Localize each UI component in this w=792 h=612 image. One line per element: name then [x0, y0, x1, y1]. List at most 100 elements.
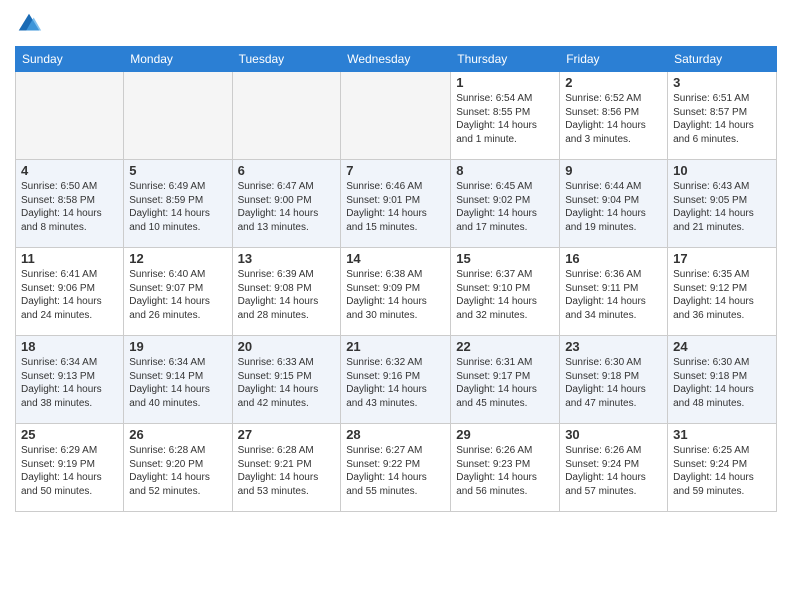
- table-row: 29 Sunrise: 6:26 AMSunset: 9:23 PMDayligh…: [451, 424, 560, 512]
- calendar-table: Sunday Monday Tuesday Wednesday Thursday…: [15, 46, 777, 512]
- table-row: 15 Sunrise: 6:37 AMSunset: 9:10 PMDayligh…: [451, 248, 560, 336]
- page: Sunday Monday Tuesday Wednesday Thursday…: [0, 0, 792, 612]
- day-info: Sunrise: 6:30 AMSunset: 9:18 PMDaylight:…: [673, 356, 771, 410]
- day-info: Sunrise: 6:26 AMSunset: 9:23 PMDaylight:…: [456, 444, 554, 498]
- table-row: [124, 72, 232, 160]
- table-row: [341, 72, 451, 160]
- table-row: 16 Sunrise: 6:36 AMSunset: 9:11 PMDayligh…: [560, 248, 668, 336]
- table-row: 21 Sunrise: 6:32 AMSunset: 9:16 PMDayligh…: [341, 336, 451, 424]
- table-row: 31 Sunrise: 6:25 AMSunset: 9:24 PMDayligh…: [668, 424, 777, 512]
- day-info: Sunrise: 6:38 AMSunset: 9:09 PMDaylight:…: [346, 268, 445, 322]
- table-row: 7 Sunrise: 6:46 AMSunset: 9:01 PMDaylight…: [341, 160, 451, 248]
- day-number: 1: [456, 75, 554, 90]
- day-number: 26: [129, 427, 226, 442]
- day-info: Sunrise: 6:25 AMSunset: 9:24 PMDaylight:…: [673, 444, 771, 498]
- calendar-week-row: 4 Sunrise: 6:50 AMSunset: 8:58 PMDaylight…: [16, 160, 777, 248]
- col-sunday: Sunday: [16, 47, 124, 72]
- col-saturday: Saturday: [668, 47, 777, 72]
- day-number: 16: [565, 251, 662, 266]
- day-info: Sunrise: 6:36 AMSunset: 9:11 PMDaylight:…: [565, 268, 662, 322]
- day-info: Sunrise: 6:51 AMSunset: 8:57 PMDaylight:…: [673, 92, 771, 146]
- day-number: 18: [21, 339, 118, 354]
- table-row: 11 Sunrise: 6:41 AMSunset: 9:06 PMDayligh…: [16, 248, 124, 336]
- day-number: 11: [21, 251, 118, 266]
- table-row: 9 Sunrise: 6:44 AMSunset: 9:04 PMDaylight…: [560, 160, 668, 248]
- col-wednesday: Wednesday: [341, 47, 451, 72]
- table-row: 30 Sunrise: 6:26 AMSunset: 9:24 PMDayligh…: [560, 424, 668, 512]
- day-number: 4: [21, 163, 118, 178]
- table-row: 6Sunrise: 6:47 AMSunset: 9:00 PMDaylight…: [232, 160, 341, 248]
- day-info: Sunrise: 6:49 AMSunset: 8:59 PMDaylight:…: [129, 180, 226, 234]
- calendar-week-row: 11 Sunrise: 6:41 AMSunset: 9:06 PMDayligh…: [16, 248, 777, 336]
- day-info: Sunrise: 6:27 AMSunset: 9:22 PMDaylight:…: [346, 444, 445, 498]
- day-info: Sunrise: 6:50 AMSunset: 8:58 PMDaylight:…: [21, 180, 118, 234]
- table-row: 1 Sunrise: 6:54 AMSunset: 8:55 PMDaylight…: [451, 72, 560, 160]
- day-info: Sunrise: 6:46 AMSunset: 9:01 PMDaylight:…: [346, 180, 445, 234]
- day-number: 30: [565, 427, 662, 442]
- day-number: 25: [21, 427, 118, 442]
- col-friday: Friday: [560, 47, 668, 72]
- col-tuesday: Tuesday: [232, 47, 341, 72]
- day-number: 31: [673, 427, 771, 442]
- table-row: 14 Sunrise: 6:38 AMSunset: 9:09 PMDayligh…: [341, 248, 451, 336]
- day-number: 2: [565, 75, 662, 90]
- day-info: Sunrise: 6:44 AMSunset: 9:04 PMDaylight:…: [565, 180, 662, 234]
- day-info: Sunrise: 6:52 AMSunset: 8:56 PMDaylight:…: [565, 92, 662, 146]
- day-number: 15: [456, 251, 554, 266]
- day-info: Sunrise: 6:47 AMSunset: 9:00 PMDaylight:…: [238, 180, 336, 234]
- table-row: 18Sunrise: 6:34 AMSunset: 9:13 PMDayligh…: [16, 336, 124, 424]
- table-row: 24 Sunrise: 6:30 AMSunset: 9:18 PMDayligh…: [668, 336, 777, 424]
- day-number: 21: [346, 339, 445, 354]
- calendar-week-row: 18Sunrise: 6:34 AMSunset: 9:13 PMDayligh…: [16, 336, 777, 424]
- day-number: 13: [238, 251, 336, 266]
- calendar-week-row: 25 Sunrise: 6:29 AMSunset: 9:19 PMDayligh…: [16, 424, 777, 512]
- day-number: 9: [565, 163, 662, 178]
- calendar-week-row: 1 Sunrise: 6:54 AMSunset: 8:55 PMDaylight…: [16, 72, 777, 160]
- table-row: 3 Sunrise: 6:51 AMSunset: 8:57 PMDaylight…: [668, 72, 777, 160]
- day-number: 17: [673, 251, 771, 266]
- day-info: Sunrise: 6:45 AMSunset: 9:02 PMDaylight:…: [456, 180, 554, 234]
- day-number: 14: [346, 251, 445, 266]
- logo: [15, 10, 47, 38]
- day-number: 10: [673, 163, 771, 178]
- day-info: Sunrise: 6:54 AMSunset: 8:55 PMDaylight:…: [456, 92, 554, 146]
- day-info: Sunrise: 6:31 AMSunset: 9:17 PMDaylight:…: [456, 356, 554, 410]
- day-info: Sunrise: 6:26 AMSunset: 9:24 PMDaylight:…: [565, 444, 662, 498]
- table-row: 5 Sunrise: 6:49 AMSunset: 8:59 PMDaylight…: [124, 160, 232, 248]
- day-info: Sunrise: 6:29 AMSunset: 9:19 PMDaylight:…: [21, 444, 118, 498]
- table-row: 27Sunrise: 6:28 AMSunset: 9:21 PMDayligh…: [232, 424, 341, 512]
- table-row: 17Sunrise: 6:35 AMSunset: 9:12 PMDayligh…: [668, 248, 777, 336]
- day-info: Sunrise: 6:34 AMSunset: 9:14 PMDaylight:…: [129, 356, 226, 410]
- table-row: [16, 72, 124, 160]
- table-row: 19Sunrise: 6:34 AMSunset: 9:14 PMDayligh…: [124, 336, 232, 424]
- day-number: 27: [238, 427, 336, 442]
- col-thursday: Thursday: [451, 47, 560, 72]
- day-info: Sunrise: 6:39 AMSunset: 9:08 PMDaylight:…: [238, 268, 336, 322]
- day-number: 5: [129, 163, 226, 178]
- table-row: 20Sunrise: 6:33 AMSunset: 9:15 PMDayligh…: [232, 336, 341, 424]
- day-number: 24: [673, 339, 771, 354]
- table-row: 4 Sunrise: 6:50 AMSunset: 8:58 PMDaylight…: [16, 160, 124, 248]
- header: [15, 10, 777, 38]
- day-info: Sunrise: 6:40 AMSunset: 9:07 PMDaylight:…: [129, 268, 226, 322]
- table-row: 8Sunrise: 6:45 AMSunset: 9:02 PMDaylight…: [451, 160, 560, 248]
- day-number: 29: [456, 427, 554, 442]
- day-info: Sunrise: 6:37 AMSunset: 9:10 PMDaylight:…: [456, 268, 554, 322]
- day-info: Sunrise: 6:32 AMSunset: 9:16 PMDaylight:…: [346, 356, 445, 410]
- day-info: Sunrise: 6:28 AMSunset: 9:20 PMDaylight:…: [129, 444, 226, 498]
- logo-icon: [15, 10, 43, 38]
- day-number: 7: [346, 163, 445, 178]
- day-info: Sunrise: 6:33 AMSunset: 9:15 PMDaylight:…: [238, 356, 336, 410]
- day-number: 22: [456, 339, 554, 354]
- table-row: 28Sunrise: 6:27 AMSunset: 9:22 PMDayligh…: [341, 424, 451, 512]
- table-row: 12 Sunrise: 6:40 AMSunset: 9:07 PMDayligh…: [124, 248, 232, 336]
- col-monday: Monday: [124, 47, 232, 72]
- table-row: 26 Sunrise: 6:28 AMSunset: 9:20 PMDayligh…: [124, 424, 232, 512]
- table-row: 10Sunrise: 6:43 AMSunset: 9:05 PMDayligh…: [668, 160, 777, 248]
- table-row: 25 Sunrise: 6:29 AMSunset: 9:19 PMDayligh…: [16, 424, 124, 512]
- day-number: 12: [129, 251, 226, 266]
- day-info: Sunrise: 6:41 AMSunset: 9:06 PMDaylight:…: [21, 268, 118, 322]
- table-row: 23Sunrise: 6:30 AMSunset: 9:18 PMDayligh…: [560, 336, 668, 424]
- day-number: 3: [673, 75, 771, 90]
- table-row: 2 Sunrise: 6:52 AMSunset: 8:56 PMDaylight…: [560, 72, 668, 160]
